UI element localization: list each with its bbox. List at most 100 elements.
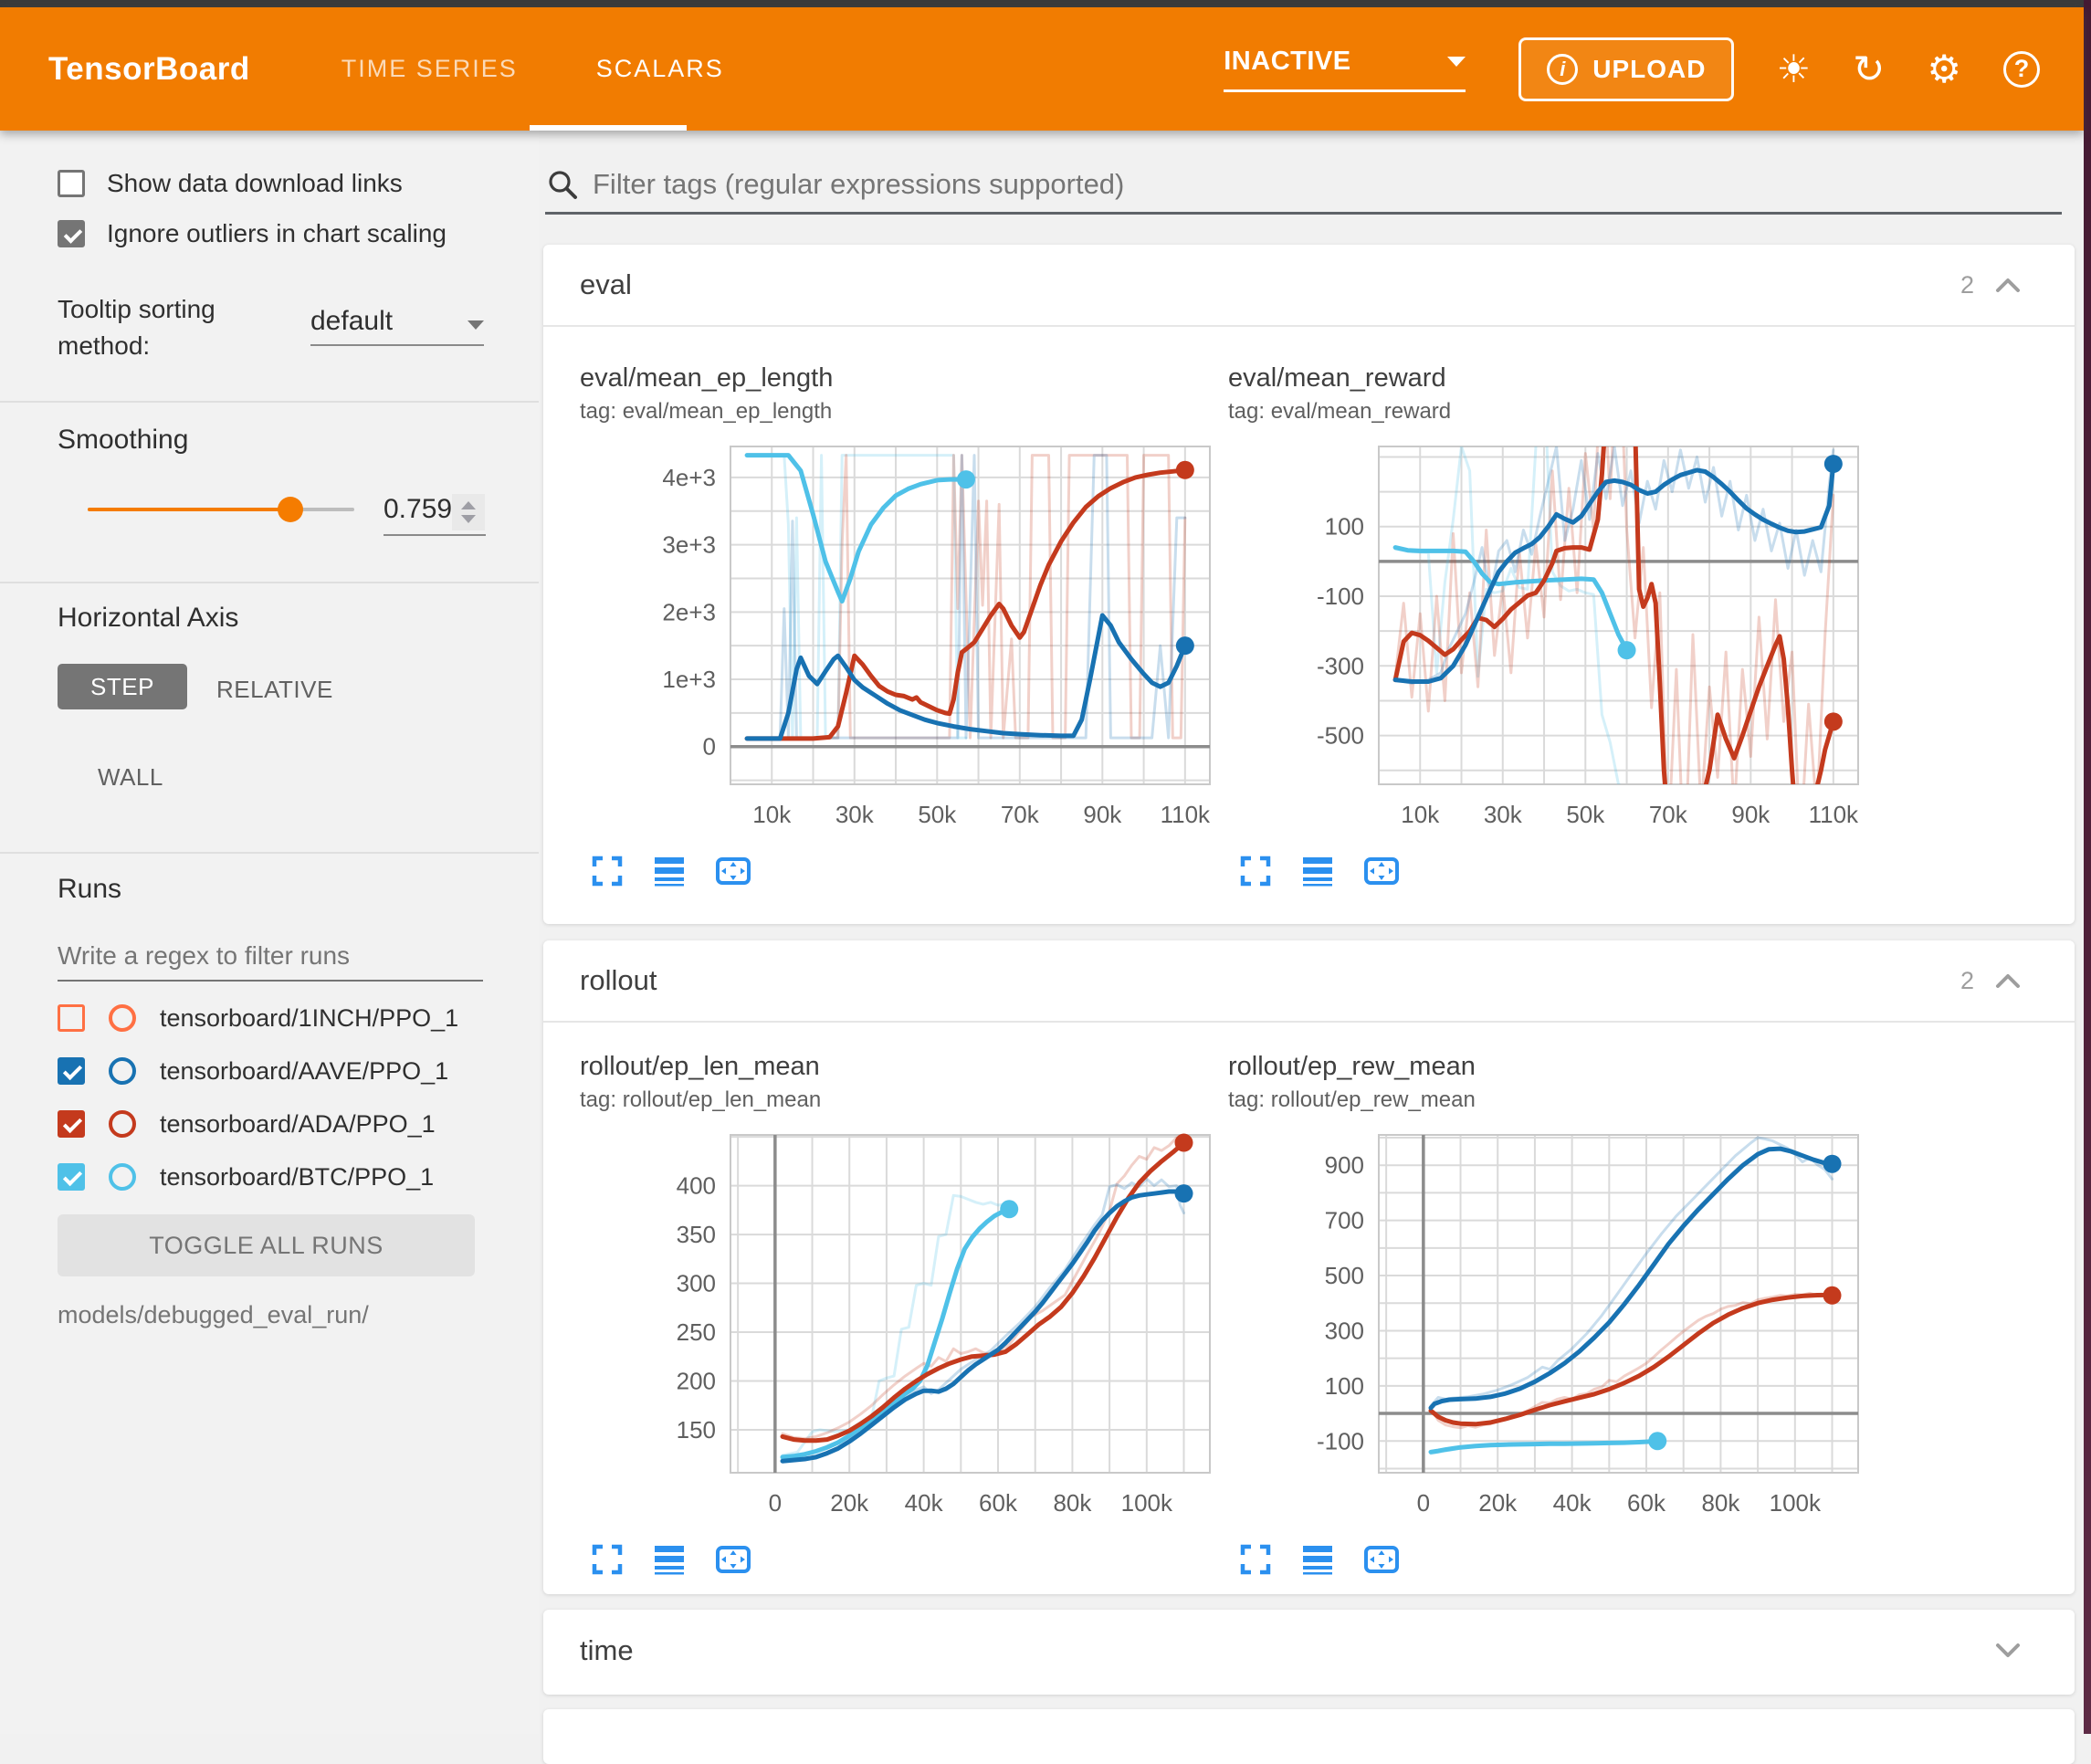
smoothing-value-input[interactable]: 0.759 [384,494,452,525]
runs-table-icon[interactable] [653,1543,686,1576]
desktop-edge-strip [2084,0,2091,1734]
ignore-outliers-row[interactable]: Ignore outliers in chart scaling [58,219,447,248]
chart-toolbar [591,1543,1219,1576]
checkbox-label: Ignore outliers in chart scaling [107,219,447,248]
divider [0,401,539,403]
svg-text:0: 0 [1417,1489,1430,1517]
chart-card-rollout-ep-len-mean: rollout/ep_len_mean tag: rollout/ep_len_… [580,1052,1219,1576]
smoothing-stepper[interactable] [452,494,485,530]
svg-text:100k: 100k [1770,1489,1822,1517]
svg-text:50k: 50k [918,801,957,828]
chart-tag: tag: eval/mean_reward [1228,399,1867,425]
section-title: time [580,1634,634,1667]
show-download-links-row[interactable]: Show data download links [58,169,403,198]
expand-chart-icon[interactable] [591,1543,624,1576]
run-label: tensorboard/1INCH/PPO_1 [160,1004,458,1033]
upload-button[interactable]: i UPLOAD [1518,37,1734,101]
stepper-up-icon[interactable] [461,501,476,509]
smoothing-label: Smoothing [58,425,188,456]
fit-domain-icon[interactable] [1363,1543,1400,1576]
chart-canvas-rollout-ep-rew-mean[interactable]: 020k40k60k80k100k-100100300500700900 [1228,1128,1867,1520]
chart-canvas-rollout-ep-len-mean[interactable]: 020k40k60k80k100k150200250300350400 [580,1128,1219,1520]
runs-table-icon[interactable] [1301,1543,1334,1576]
chevron-down-icon[interactable] [1994,1643,2022,1659]
run-color-circle[interactable] [109,1004,136,1032]
run-row-btc[interactable]: tensorboard/BTC/PPO_1 [58,1157,434,1197]
run-checkbox[interactable] [58,1057,85,1085]
run-checkbox[interactable] [58,1004,85,1032]
status-dropdown[interactable]: INACTIVE [1224,47,1466,92]
svg-text:80k: 80k [1701,1489,1740,1517]
help-icon[interactable]: ? [2003,51,2040,88]
svg-text:3e+3: 3e+3 [662,531,716,559]
section-title: rollout [580,964,657,997]
svg-text:-100: -100 [1317,1427,1364,1454]
expand-chart-icon[interactable] [1239,1543,1272,1576]
tab-time-series[interactable]: TIME SERIES [341,55,518,83]
checkbox-show-download-links[interactable] [58,170,85,197]
run-label: tensorboard/AAVE/PPO_1 [160,1057,448,1086]
chart-canvas-eval-mean-reward[interactable]: 10k30k50k70k90k110k100-100-300-500 [1228,439,1867,832]
axis-option-wall[interactable]: WALL [98,763,163,792]
section-header-eval[interactable]: eval 2 [543,245,2075,327]
chart-toolbar [1239,855,1867,887]
svg-text:500: 500 [1325,1262,1364,1289]
chart-toolbar [591,855,1219,887]
checkbox-ignore-outliers[interactable] [58,220,85,247]
toggle-all-runs-button[interactable]: TOGGLE ALL RUNS [58,1214,475,1276]
run-color-circle[interactable] [109,1163,136,1191]
refresh-icon[interactable]: ↻ [1853,50,1885,89]
runs-table-icon[interactable] [1301,855,1334,887]
svg-text:1e+3: 1e+3 [662,666,716,693]
section-header-rollout[interactable]: rollout 2 [543,940,2075,1023]
svg-text:-100: -100 [1317,583,1364,610]
svg-text:110k: 110k [1161,801,1211,828]
expand-chart-icon[interactable] [591,855,624,887]
fit-domain-icon[interactable] [1363,855,1400,887]
runs-label: Runs [58,874,121,905]
settings-gear-icon[interactable]: ⚙ [1927,50,1961,89]
run-checkbox[interactable] [58,1163,85,1191]
stepper-down-icon[interactable] [461,515,476,523]
chart-tag: tag: eval/mean_ep_length [580,399,1219,425]
axis-option-relative[interactable]: RELATIVE [216,676,333,704]
runs-table-icon[interactable] [653,855,686,887]
chart-title: eval/mean_ep_length [580,363,1219,394]
svg-text:10k: 10k [1401,801,1440,828]
run-row-ada[interactable]: tensorboard/ADA/PPO_1 [58,1104,436,1144]
section-header-time[interactable]: time [543,1610,2075,1692]
fit-domain-icon[interactable] [715,1543,751,1576]
brightness-icon[interactable]: ☀ [1776,50,1811,89]
chart-tag: tag: rollout/ep_len_mean [580,1087,1219,1113]
run-color-circle[interactable] [109,1057,136,1085]
svg-text:50k: 50k [1566,801,1605,828]
section-title: eval [580,268,632,301]
svg-text:350: 350 [677,1221,716,1248]
axis-option-step[interactable]: STEP [58,664,187,709]
expand-chart-icon[interactable] [1239,855,1272,887]
chart-card-eval-mean-ep-length: eval/mean_ep_length tag: eval/mean_ep_le… [580,363,1219,887]
app-title: TensorBoard [48,51,250,88]
fit-domain-icon[interactable] [715,855,751,887]
smoothing-slider-thumb[interactable] [278,497,303,522]
svg-text:400: 400 [677,1172,716,1200]
chevron-up-icon[interactable] [1994,277,2022,293]
chart-canvas-eval-mean-ep-length[interactable]: 10k30k50k70k90k110k01e+32e+33e+34e+3 [580,439,1219,832]
tag-filter-input[interactable] [593,168,2062,201]
run-row-aave[interactable]: tensorboard/AAVE/PPO_1 [58,1051,448,1091]
section-card-rollout: rollout 2 rollout/ep_len_mean tag: rollo… [543,940,2075,1594]
top-tabs: TIME SERIES SCALARS [341,55,724,83]
run-row-1inch[interactable]: tensorboard/1INCH/PPO_1 [58,998,458,1038]
run-checkbox[interactable] [58,1110,85,1138]
svg-text:700: 700 [1325,1207,1364,1234]
chevron-down-icon [468,320,484,330]
browser-top-strip [0,0,2084,7]
tab-scalars[interactable]: SCALARS [596,55,724,83]
runs-filter-input[interactable] [58,931,483,982]
svg-text:300: 300 [677,1270,716,1297]
chevron-up-icon[interactable] [1994,972,2022,989]
tooltip-sorting-dropdown[interactable]: default [310,306,484,346]
run-color-circle[interactable] [109,1110,136,1138]
settings-sidebar: Show data download links Ignore outliers… [0,131,539,1734]
svg-text:-300: -300 [1317,652,1364,679]
